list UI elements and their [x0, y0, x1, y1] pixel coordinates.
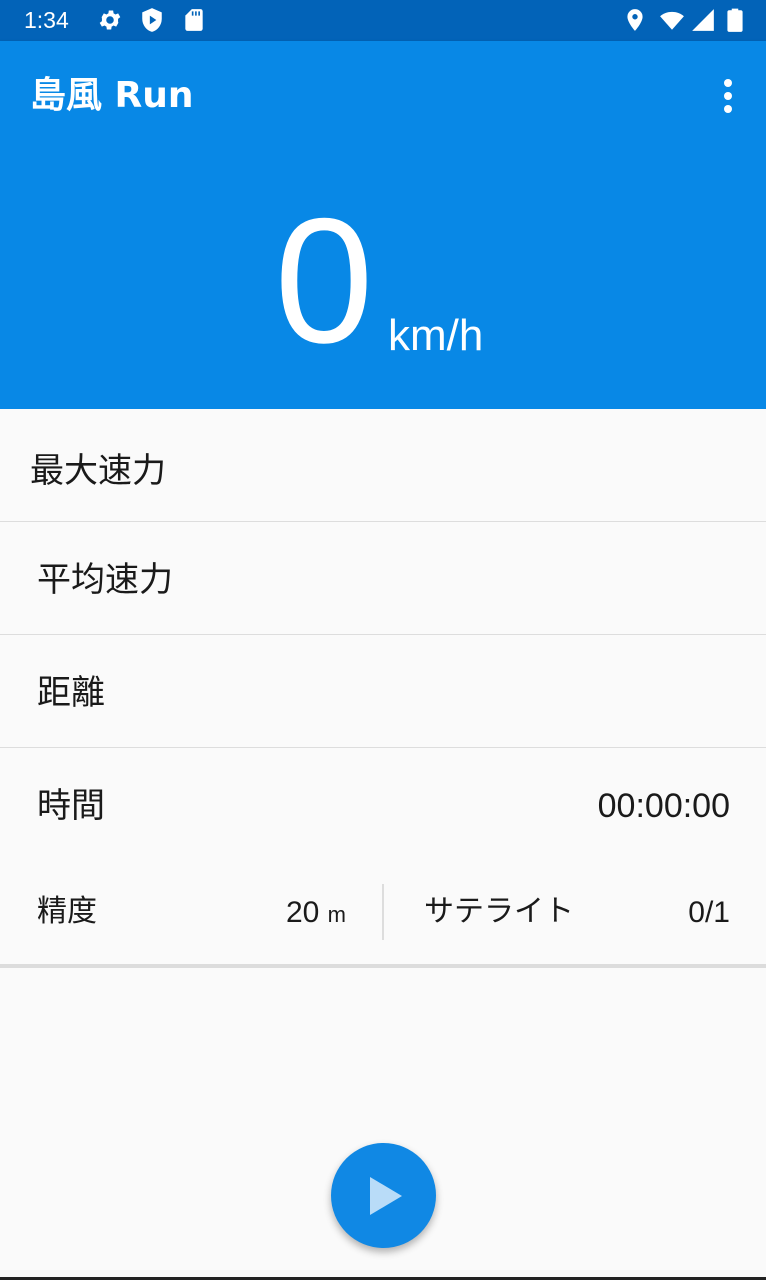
gear-icon: [99, 10, 121, 30]
accuracy-value: 20: [285, 896, 320, 929]
accuracy-value-group: 20 m: [286, 895, 346, 933]
shield-play-icon: [142, 8, 162, 32]
cellular-signal-icon: [692, 9, 714, 31]
max-speed-label: 最大速力: [30, 451, 166, 491]
wifi-icon: [660, 11, 684, 30]
more-vert-icon[interactable]: [708, 71, 748, 121]
status-bar: 1:34: [0, 0, 766, 41]
satellite-label: サテライト: [424, 894, 574, 929]
accuracy-unit: m: [327, 902, 346, 927]
time-label: 時間: [37, 786, 105, 826]
avg-speed-label: 平均速力: [37, 560, 173, 600]
status-time: 1:34: [24, 7, 69, 33]
play-icon: [370, 1177, 402, 1215]
accuracy-label: 精度: [37, 894, 97, 929]
sd-card-icon: [185, 9, 203, 31]
time-value: 00:00:00: [597, 787, 730, 825]
battery-icon: [727, 8, 743, 32]
gps-info-row: 精度 20 m サテライト 0/1: [0, 860, 766, 968]
app-title: 島風 Run: [30, 75, 194, 116]
distance-label: 距離: [37, 673, 105, 713]
current-speed-value: 0: [274, 181, 374, 380]
info-divider: [382, 884, 384, 940]
avg-speed-row: 平均速力: [0, 522, 766, 636]
distance-row: 距離: [0, 635, 766, 749]
start-button[interactable]: [331, 1143, 436, 1248]
satellite-value: 0/1: [688, 896, 730, 929]
max-speed-row: 最大速力: [0, 409, 766, 523]
app-bar: 島風 Run 0 km/h: [0, 41, 766, 409]
location-icon: [627, 9, 643, 31]
current-speed-unit: km/h: [388, 311, 484, 360]
time-row: 時間 00:00:00: [0, 748, 766, 862]
